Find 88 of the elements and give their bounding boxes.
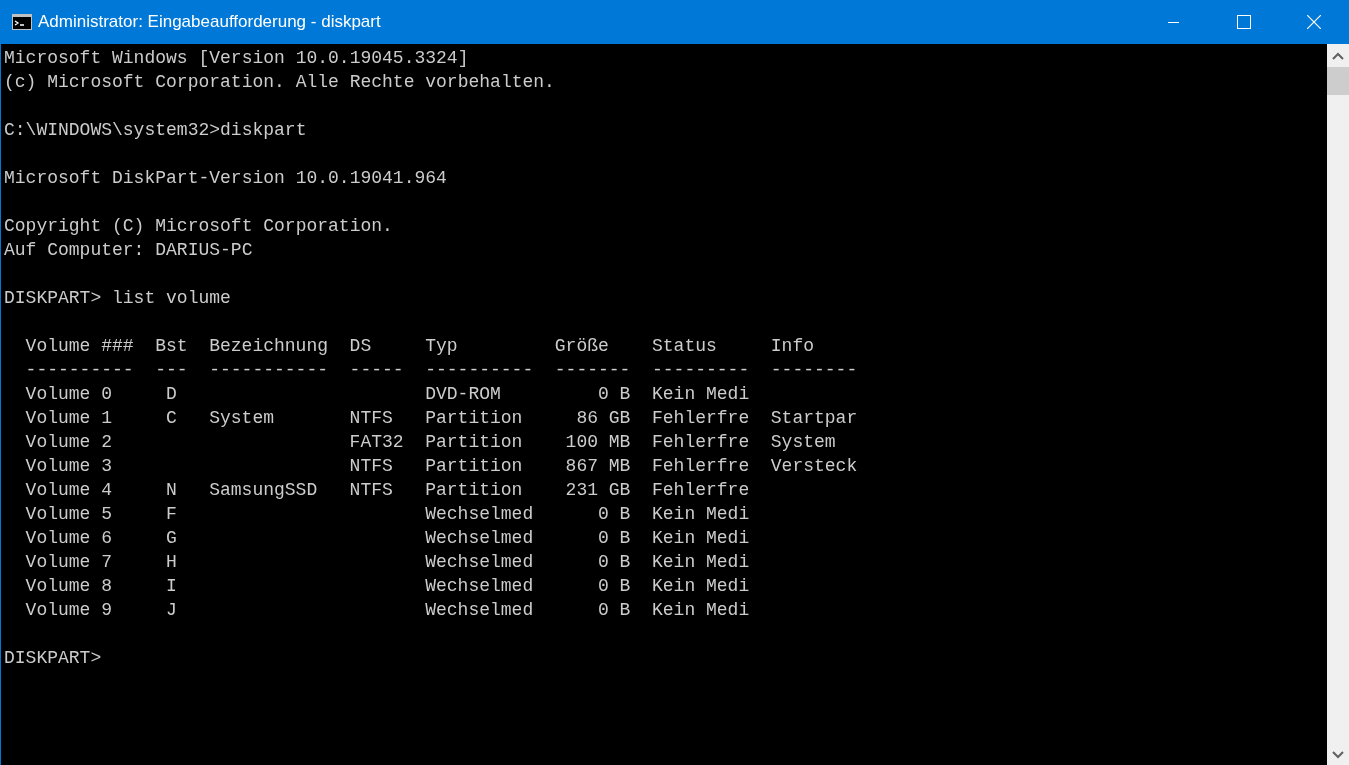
- column-rule: ----------: [425, 359, 534, 382]
- table-cell-text: Fehlerfre: [652, 407, 750, 430]
- table-cell-text: Kein Medi: [652, 551, 750, 574]
- table-cell-text: Wechselmed: [425, 503, 534, 526]
- table-cell-text: Volume 0: [25, 383, 112, 406]
- table-cell-text: Fehlerfre: [652, 431, 750, 454]
- console-prompt: DISKPART>: [4, 647, 102, 670]
- table-cell-text: Kein Medi: [652, 599, 750, 622]
- column-header: Info: [770, 335, 815, 358]
- console-line: Microsoft DiskPart-Version 10.0.19041.964: [4, 167, 447, 190]
- table-cell-text: Fehlerfre: [652, 479, 750, 502]
- table-cell-text: Wechselmed: [425, 599, 534, 622]
- table-cell-text: G: [166, 527, 177, 550]
- table-cell-text: 86 GB: [576, 407, 631, 430]
- console-line: DISKPART> list volume: [4, 287, 231, 310]
- table-cell-text: F: [166, 503, 177, 526]
- table-cell-text: Fehlerfre: [652, 455, 750, 478]
- table-cell-text: SamsungSSD: [209, 479, 318, 502]
- table-cell-text: Volume 5: [25, 503, 112, 526]
- table-cell-text: Partition: [425, 431, 523, 454]
- table-cell-text: Volume 3: [25, 455, 112, 478]
- table-cell-text: Volume 8: [25, 575, 112, 598]
- table-cell-text: 0 B: [598, 503, 631, 526]
- table-cell-text: Startpar: [770, 407, 858, 430]
- column-rule: --------: [770, 359, 858, 382]
- scroll-up-icon[interactable]: [1332, 52, 1344, 60]
- table-cell-text: 0 B: [598, 551, 631, 574]
- table-cell-text: Volume 6: [25, 527, 112, 550]
- console-line: Microsoft Windows [Version 10.0.19045.3324]: [4, 47, 469, 70]
- table-cell-text: Volume 9: [25, 599, 112, 622]
- table-cell-text: C: [166, 407, 177, 430]
- window-title: Administrator: Eingabeaufforderung - diskpart: [38, 11, 381, 34]
- table-cell-text: Volume 7: [25, 551, 112, 574]
- table-cell-text: NTFS: [349, 407, 393, 430]
- table-cell-text: Partition: [425, 455, 523, 478]
- table-cell-text: 0 B: [598, 527, 631, 550]
- column-rule: -----------: [209, 359, 328, 382]
- table-cell-text: Wechselmed: [425, 551, 534, 574]
- table-cell-text: I: [166, 575, 177, 598]
- column-header: DS: [349, 335, 373, 358]
- column-header: Bst: [155, 335, 188, 358]
- column-rule: -----: [349, 359, 404, 382]
- close-icon: [1307, 15, 1321, 29]
- table-cell-text: N: [166, 479, 177, 502]
- console-line: Auf Computer: DARIUS-PC: [4, 239, 253, 262]
- table-cell-text: Kein Medi: [652, 503, 750, 526]
- table-cell-text: Partition: [425, 407, 523, 430]
- table-cell-text: Kein Medi: [652, 575, 750, 598]
- console-line: Copyright (C) Microsoft Corporation.: [4, 215, 393, 238]
- table-cell-text: D: [166, 383, 177, 406]
- table-cell-text: NTFS: [349, 479, 393, 502]
- table-cell-text: Kein Medi: [652, 527, 750, 550]
- console-line: C:\WINDOWS\system32>diskpart: [4, 119, 307, 142]
- table-cell-text: System: [209, 407, 274, 430]
- table-cell-text: 100 MB: [565, 431, 631, 454]
- table-cell-text: 0 B: [598, 383, 631, 406]
- column-header: Volume ###: [25, 335, 134, 358]
- table-cell-text: Wechselmed: [425, 575, 534, 598]
- table-cell-text: 867 MB: [565, 455, 631, 478]
- column-header: Größe: [554, 335, 610, 358]
- table-cell-text: J: [166, 599, 177, 622]
- table-cell-text: 0 B: [598, 599, 631, 622]
- column-header: Bezeichnung: [209, 335, 328, 358]
- column-rule: ---: [155, 359, 188, 382]
- table-cell-text: Volume 2: [25, 431, 112, 454]
- table-cell-text: System: [770, 431, 836, 454]
- table-cell-text: DVD-ROM: [425, 383, 501, 406]
- table-cell-text: FAT32: [349, 431, 404, 454]
- table-cell-text: 0 B: [598, 575, 631, 598]
- table-cell-text: Versteck: [770, 455, 858, 478]
- scrollbar-thumb[interactable]: [1327, 67, 1349, 95]
- table-cell-text: Kein Medi: [652, 383, 750, 406]
- terminal-icon: [12, 14, 32, 30]
- table-cell-text: H: [166, 551, 177, 574]
- table-cell-text: NTFS: [349, 455, 393, 478]
- column-rule: ---------: [652, 359, 750, 382]
- table-cell-text: Partition: [425, 479, 523, 502]
- console-line: (c) Microsoft Corporation. Alle Rechte vorbehalten.: [4, 71, 555, 94]
- column-header: Typ: [425, 335, 459, 358]
- scroll-down-icon[interactable]: [1332, 751, 1344, 759]
- column-rule: -------: [554, 359, 631, 382]
- table-cell-text: 231 GB: [565, 479, 631, 502]
- table-cell-text: Volume 1: [25, 407, 112, 430]
- maximize-icon: [1237, 15, 1251, 29]
- table-cell-text: Wechselmed: [425, 527, 534, 550]
- column-rule: ----------: [25, 359, 134, 382]
- table-cell-text: Volume 4: [25, 479, 112, 502]
- column-header: Status: [652, 335, 718, 358]
